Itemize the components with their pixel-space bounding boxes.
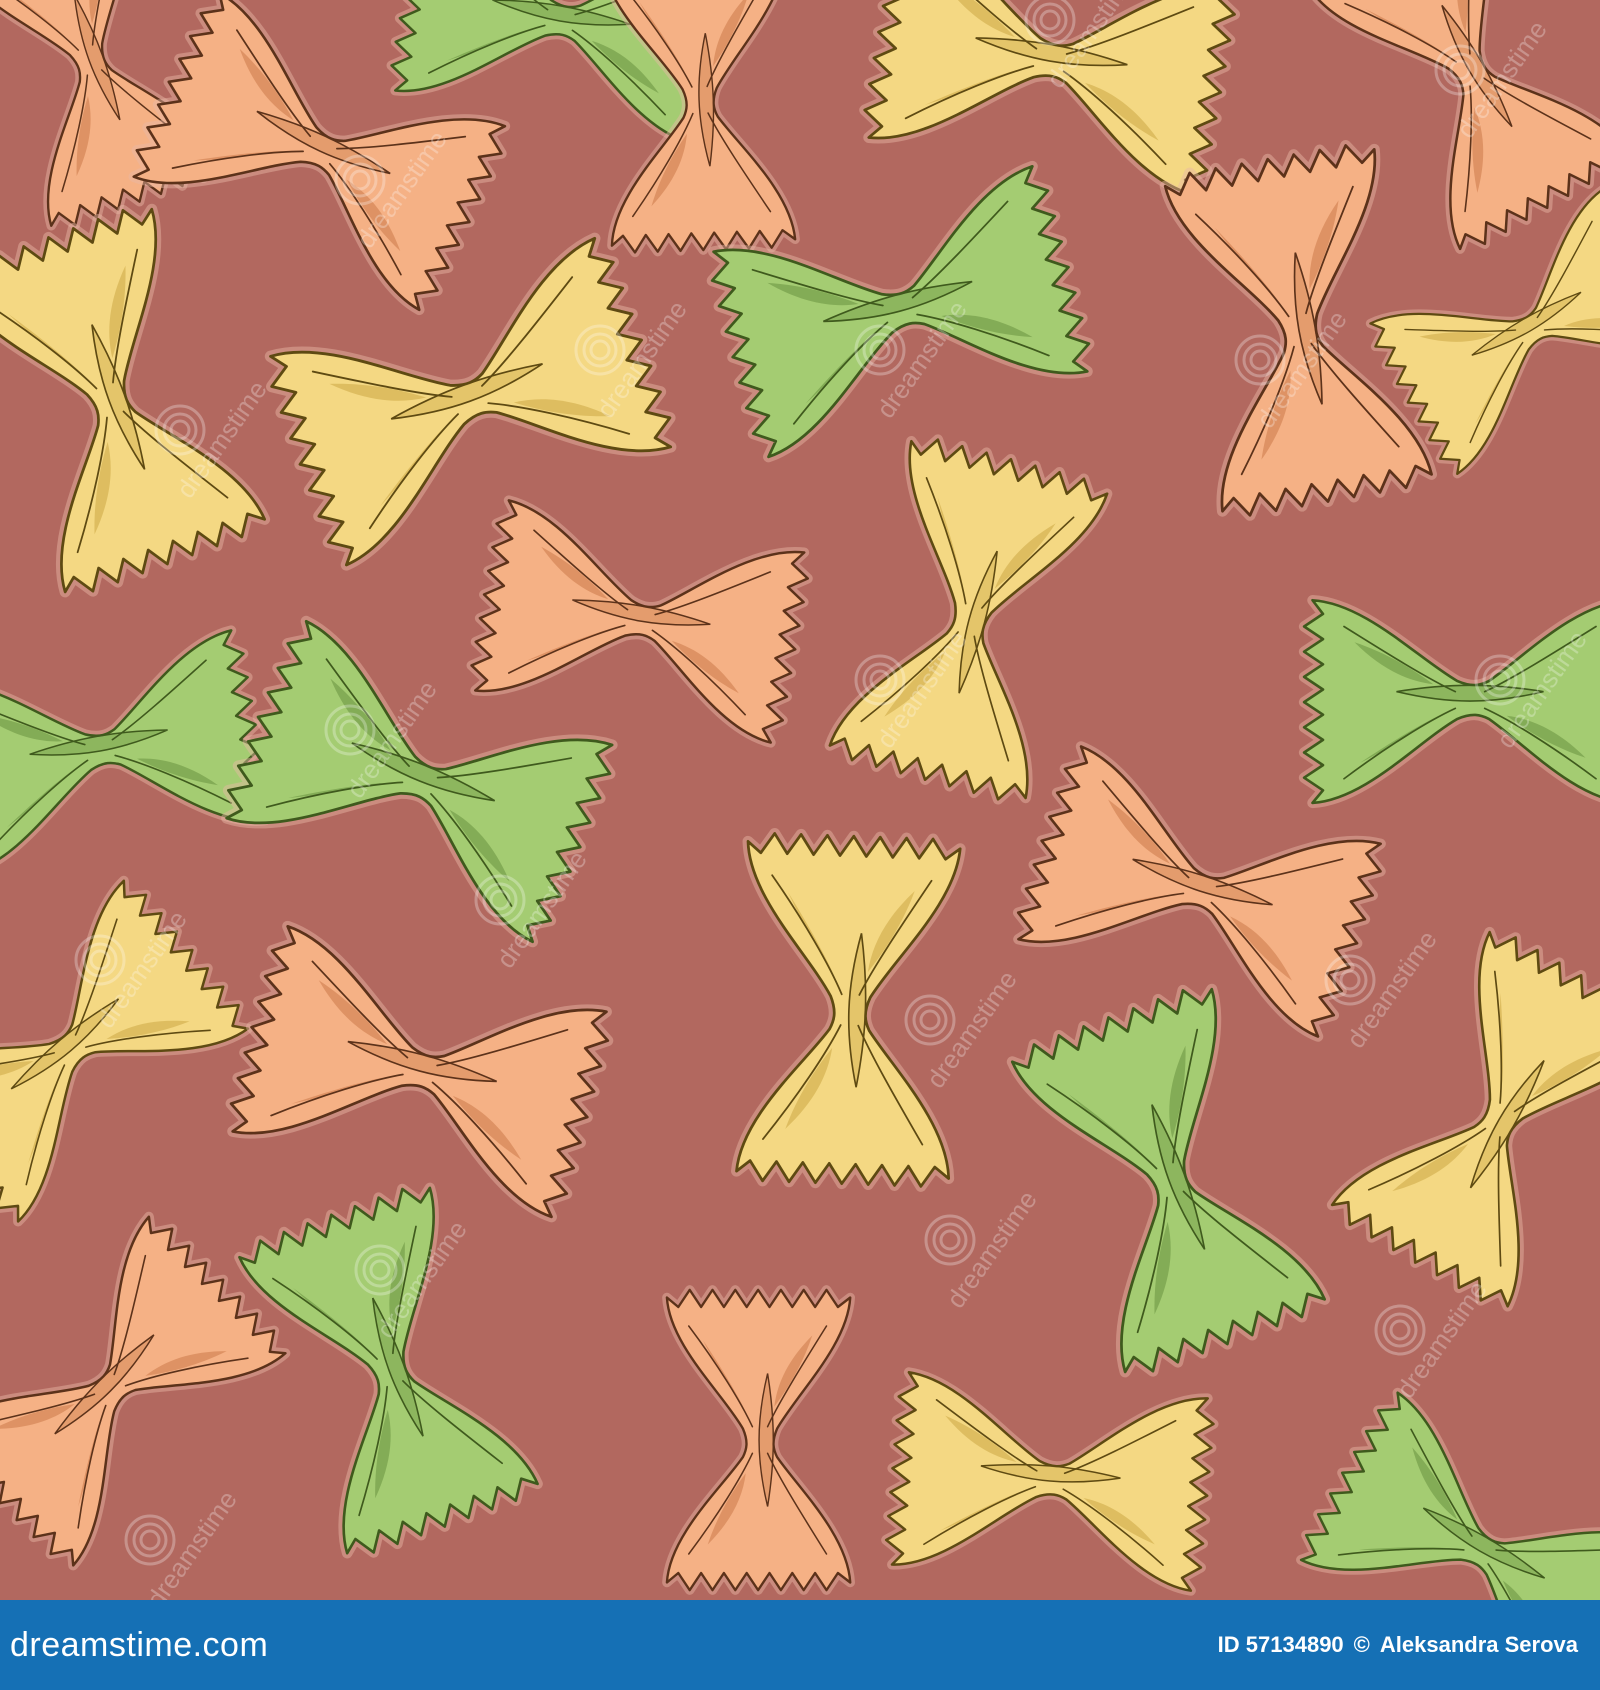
stock-image-frame: dreamstime dreamstime dreamstime dreamstime… (0, 0, 1600, 1690)
pasta-pattern-illustration: dreamstimedreamstime dreamstimedreamstime… (0, 0, 1600, 1600)
image-credit: ID 57134890 © Aleksandra Serova (1218, 1632, 1578, 1658)
site-logo[interactable]: dreamstime.com (10, 1626, 268, 1665)
farfalle-pasta-pattern: dreamstime dreamstime dreamstime dreamstime… (0, 0, 1600, 1600)
copyright-symbol: © (1353, 1632, 1370, 1657)
stock-footer-bar: dreamstime.com ID 57134890 © Aleksandra … (0, 1600, 1600, 1690)
image-id: ID 57134890 (1217, 1632, 1344, 1657)
author-name[interactable]: Aleksandra Serova (1380, 1632, 1578, 1658)
